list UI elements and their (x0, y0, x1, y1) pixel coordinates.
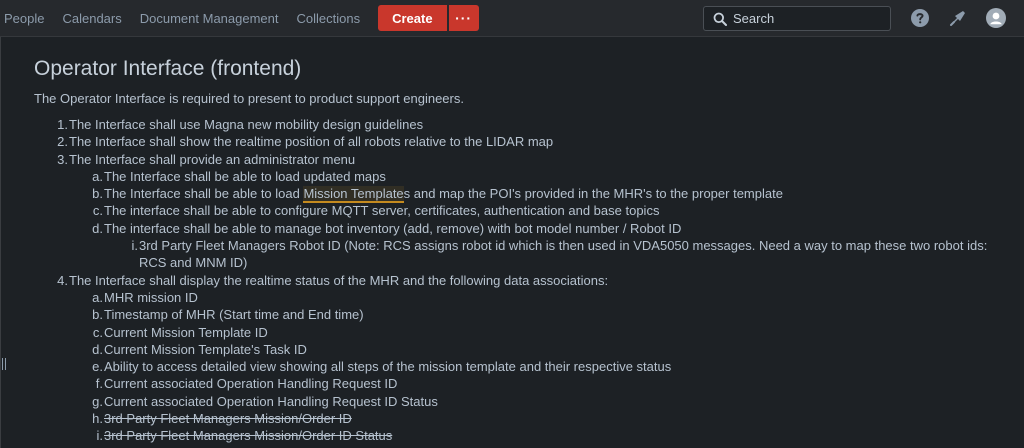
page-title: Operator Interface (frontend) (34, 57, 302, 80)
nav-people[interactable]: People (4, 11, 44, 26)
list-item-text: The interface shall be able to manage bo… (104, 220, 682, 236)
list-number: 3. (57, 151, 68, 167)
list-item: i. 3rd Party Fleet Managers Robot ID (Not… (104, 237, 1014, 272)
search-box[interactable] (703, 6, 891, 31)
list-number: 2. (57, 134, 68, 150)
list-number: a. (92, 289, 103, 305)
avatar-icon[interactable] (986, 8, 1006, 28)
list-number: f. (95, 376, 103, 392)
list-number: g. (92, 393, 103, 409)
list-item: a. MHR mission ID (69, 289, 1014, 306)
list-number: c. (92, 203, 103, 219)
sub-list: a. The Interface shall be able to load up… (69, 168, 1014, 272)
list-item: c. The interface shall be able to configu… (69, 202, 1014, 219)
list-item: 3. The Interface shall provide an adminis… (34, 151, 1014, 272)
list-item: e. Ability to access detailed view showin… (69, 358, 1014, 375)
list-number: i. (131, 238, 139, 254)
list-item-text-start: The Interface shall be able to load (104, 186, 304, 202)
list-item-text: The Interface shall be able to load upda… (104, 168, 386, 184)
list-item-text: Ability to access detailed view showing … (104, 359, 672, 375)
list-number: d. (92, 341, 103, 357)
sub-sub-list: i. 3rd Party Fleet Managers Robot ID (Not… (104, 237, 1014, 272)
list-item: h. 3rd Party Fleet Managers Mission/Order… (69, 410, 1014, 427)
list-item-text: MHR mission ID (104, 289, 198, 305)
list-number: a. (92, 168, 103, 184)
list-item-text: 3rd Party Fleet Managers Robot ID (Note:… (139, 238, 988, 271)
help-icon[interactable] (910, 8, 930, 28)
notifications-icon[interactable] (948, 8, 968, 28)
list-number: b. (92, 186, 103, 202)
list-item-text: Timestamp of MHR (Start time and End tim… (104, 307, 364, 323)
list-item: i. 3rd Party Fleet Managers Mission/Order… (69, 427, 1014, 444)
list-item: 1. The Interface shall use Magna new mobi… (34, 116, 1014, 133)
search-input[interactable] (731, 11, 883, 26)
list-item: b. The Interface shall be able to load Mi… (69, 185, 1014, 204)
list-item: a. The Interface shall be able to load up… (69, 168, 1014, 185)
list-item: 4. The Interface shall display the realti… (34, 272, 1014, 445)
list-number: b. (92, 307, 103, 323)
list-item: d. Current Mission Template's Task ID (69, 341, 1014, 358)
list-item: c. Current Mission Template ID (69, 324, 1014, 341)
requirements-list: 1. The Interface shall use Magna new mobi… (34, 116, 1014, 445)
list-item-text: Current associated Operation Handling Re… (104, 393, 438, 409)
list-number: e. (92, 359, 103, 375)
list-number: i. (96, 428, 104, 444)
create-button[interactable]: Create (378, 5, 447, 31)
list-number: c. (92, 324, 103, 340)
intro-paragraph: The Operator Interface is required to pr… (34, 91, 464, 106)
list-item-text-struck: 3rd Party Fleet Managers Mission/Order I… (104, 428, 393, 444)
list-item: d. The interface shall be able to manage … (69, 220, 1014, 272)
list-item-text: The Interface shall show the realtime po… (69, 134, 554, 150)
sidebar-divider (0, 37, 1, 448)
list-item-text: The interface shall be able to configure… (104, 203, 660, 219)
search-icon (709, 8, 731, 30)
page-content: Operator Interface (frontend) The Operat… (34, 56, 1014, 445)
list-item-text: The Interface shall provide an administr… (69, 151, 356, 167)
list-item-text: The Interface shall display the realtime… (69, 272, 609, 288)
highlighted-term[interactable]: Mission Template (303, 186, 404, 204)
list-number: d. (92, 220, 103, 236)
list-item-text-end: s and map the POI's provided in the MHR'… (403, 186, 783, 202)
list-number: h. (92, 411, 103, 427)
sub-list: a. MHR mission ID b. Timestamp of MHR (Sta… (69, 289, 1014, 445)
list-item-text: Current Mission Template's Task ID (104, 341, 307, 357)
create-more-button[interactable]: ··· (448, 5, 479, 31)
list-item: g. Current associated Operation Handling … (69, 393, 1014, 410)
list-item: f. Current associated Operation Handling … (69, 375, 1014, 392)
top-navigation-bar: People Calendars Document Management Col… (0, 0, 1024, 37)
nav-collections[interactable]: Collections (297, 11, 361, 26)
list-item: 2. The Interface shall show the realtime … (34, 133, 1014, 150)
list-item-text: The Interface shall use Magna new mobili… (69, 117, 424, 132)
list-item-text: Current Mission Template ID (104, 324, 268, 340)
list-item: b. Timestamp of MHR (Start time and End t… (69, 306, 1014, 323)
list-number: 4. (57, 272, 68, 288)
list-item-text: Current associated Operation Handling Re… (104, 376, 398, 392)
resize-handle[interactable] (2, 358, 6, 370)
list-number: 1. (57, 117, 68, 132)
nav-calendars[interactable]: Calendars (62, 11, 121, 26)
list-item-text-struck: 3rd Party Fleet Managers Mission/Order I… (104, 411, 352, 427)
nav-document-management[interactable]: Document Management (140, 11, 279, 26)
